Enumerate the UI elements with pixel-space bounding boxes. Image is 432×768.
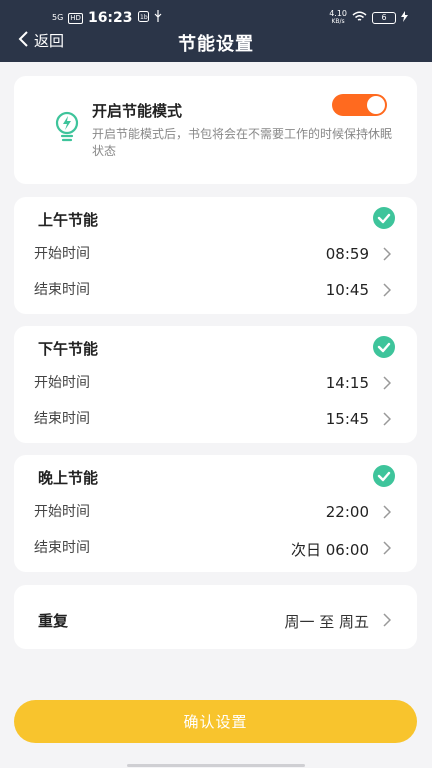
svg-text:1b: 1b — [140, 14, 148, 21]
end-time-label: 结束时间 — [34, 540, 90, 556]
end-time-value: 10:45 — [325, 281, 369, 299]
end-time-label: 结束时间 — [34, 282, 90, 298]
confirm-button[interactable]: 确认设置 — [14, 700, 417, 743]
battery-icon: 6 — [372, 12, 396, 24]
chevron-right-icon — [383, 375, 392, 394]
end-time-row[interactable]: 结束时间 15:45 — [14, 404, 417, 432]
app-header: 5G HD 16:23 1b 4.10 KB/s 6 返回 节能设置 — [0, 0, 432, 62]
period-title: 上午节能 — [38, 211, 99, 229]
start-time-value: 08:59 — [325, 245, 369, 263]
start-time-label: 开始时间 — [34, 375, 90, 391]
start-time-value: 14:15 — [325, 374, 369, 392]
start-time-label: 开始时间 — [34, 246, 90, 262]
net-speed: 4.10 — [329, 9, 347, 18]
nav-bar: 返回 节能设置 — [0, 30, 432, 56]
period-card-evening: 晚上节能 开始时间 22:00 结束时间 次日 06:00 — [14, 455, 417, 572]
net-speed-unit: KB/s — [331, 18, 345, 25]
start-time-row[interactable]: 开始时间 22:00 — [14, 497, 417, 525]
start-time-row[interactable]: 开始时间 08:59 — [14, 239, 417, 267]
period-card-morning: 上午节能 开始时间 08:59 结束时间 10:45 — [14, 197, 417, 314]
page-title: 节能设置 — [178, 34, 254, 55]
start-time-label: 开始时间 — [34, 504, 90, 520]
period-title: 下午节能 — [38, 340, 99, 358]
repeat-row[interactable]: 重复 周一 至 周五 — [14, 585, 417, 649]
repeat-label: 重复 — [38, 612, 69, 630]
end-time-row[interactable]: 结束时间 次日 06:00 — [14, 533, 417, 561]
end-time-row[interactable]: 结束时间 10:45 — [14, 275, 417, 303]
period-check-toggle[interactable] — [373, 336, 395, 358]
period-check-toggle[interactable] — [373, 465, 395, 487]
power-mode-description: 开启节能模式后，书包将会在不需要工作的时候保持休眠状态 — [92, 127, 393, 158]
usb-icon — [154, 10, 162, 26]
chevron-right-icon — [383, 411, 392, 430]
period-check-toggle[interactable] — [373, 207, 395, 229]
end-time-value: 15:45 — [325, 410, 369, 428]
check-icon — [377, 342, 391, 353]
status-time: 16:23 — [87, 10, 133, 26]
toggle-knob — [367, 96, 385, 114]
repeat-value: 周一 至 周五 — [284, 613, 369, 631]
start-time-value: 22:00 — [325, 503, 369, 521]
bulb-power-icon — [52, 110, 82, 148]
network-indicator: 5G — [52, 13, 64, 22]
period-card-afternoon: 下午节能 开始时间 14:15 结束时间 15:45 — [14, 326, 417, 443]
end-time-value: 次日 06:00 — [291, 541, 369, 559]
charging-icon — [401, 10, 408, 26]
hd-indicator: HD — [68, 12, 83, 24]
end-time-label: 结束时间 — [34, 411, 90, 427]
chevron-right-icon — [383, 504, 392, 523]
check-icon — [377, 471, 391, 482]
chevron-right-icon — [383, 282, 392, 301]
chevron-right-icon — [383, 246, 392, 265]
period-title: 晚上节能 — [38, 469, 99, 487]
start-time-row[interactable]: 开始时间 14:15 — [14, 368, 417, 396]
chevron-right-icon — [383, 540, 392, 559]
chevron-right-icon — [383, 612, 392, 631]
wifi-icon — [352, 10, 367, 26]
power-mode-title: 开启节能模式 — [92, 102, 183, 120]
status-bar: 5G HD 16:23 1b 4.10 KB/s 6 — [0, 8, 432, 30]
notification-icon: 1b — [137, 10, 149, 26]
power-mode-toggle[interactable] — [332, 94, 387, 116]
power-mode-card: 开启节能模式 开启节能模式后，书包将会在不需要工作的时候保持休眠状态 — [14, 76, 417, 184]
home-indicator — [127, 764, 305, 767]
check-icon — [377, 213, 391, 224]
